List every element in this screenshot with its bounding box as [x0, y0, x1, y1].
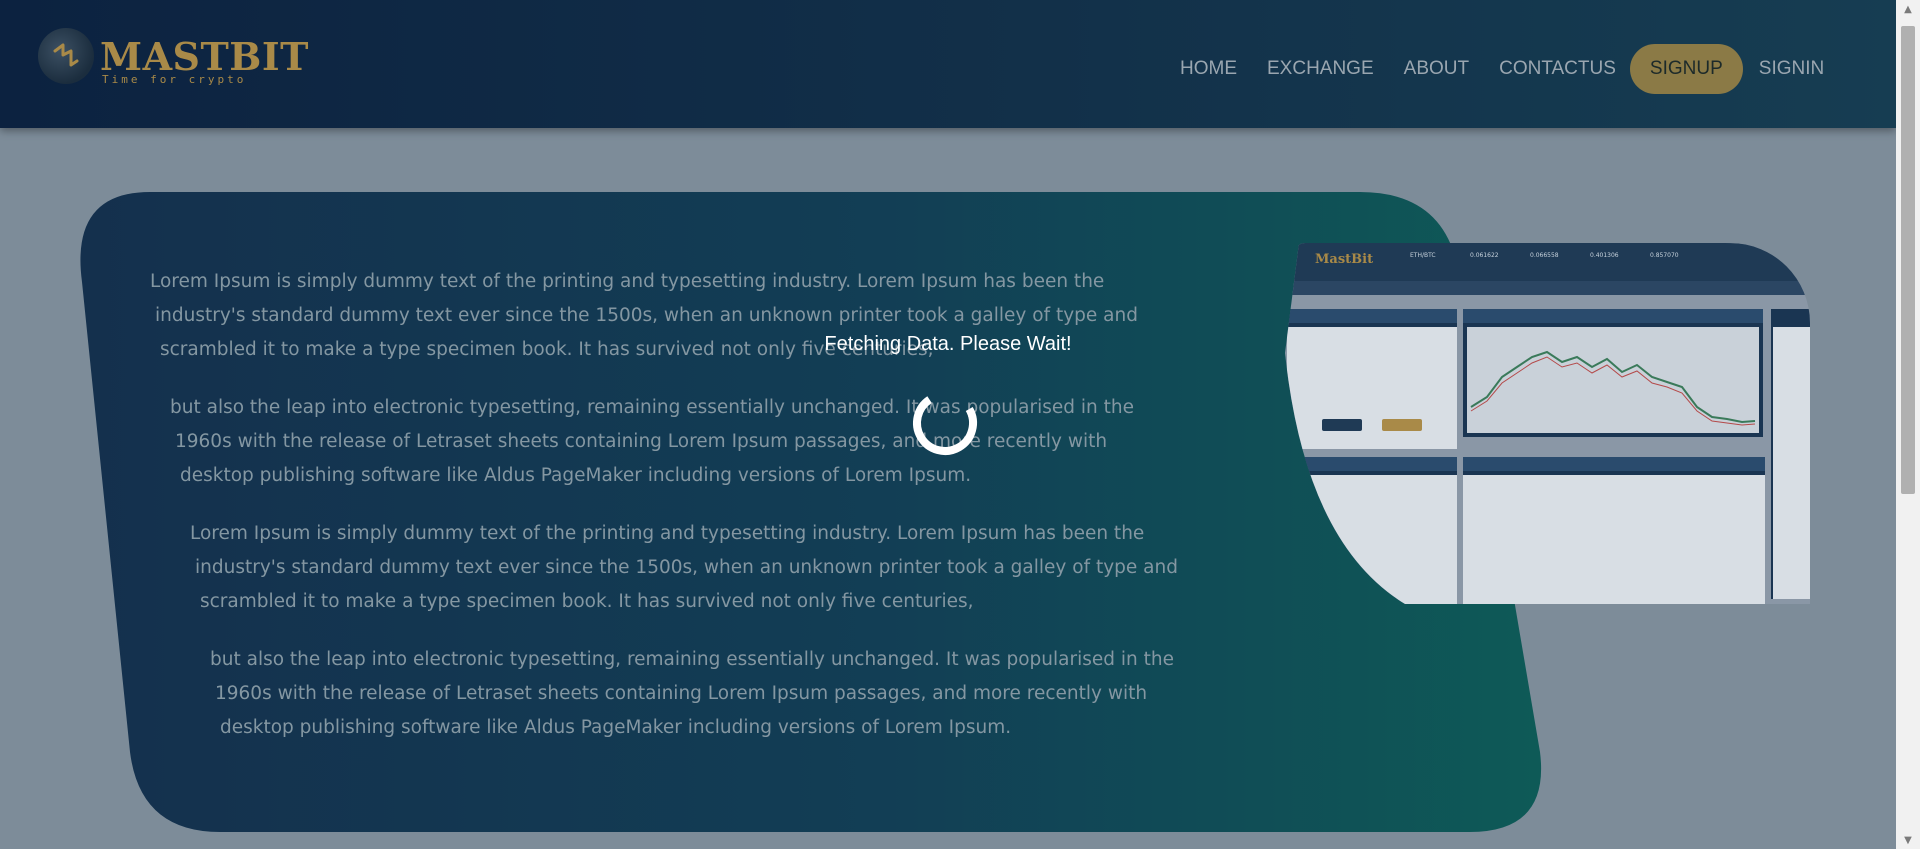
scroll-up-icon[interactable]: ▲: [1896, 0, 1920, 18]
scrollbar-thumb[interactable]: [1901, 26, 1915, 494]
vertical-scrollbar[interactable]: ▲ ▼: [1896, 0, 1920, 849]
loading-overlay: Fetching Data. Please Wait!: [0, 0, 1896, 849]
loading-message: Fetching Data. Please Wait!: [824, 333, 1072, 355]
loading-spinner-icon: [913, 391, 977, 455]
scroll-down-icon[interactable]: ▼: [1896, 831, 1920, 849]
